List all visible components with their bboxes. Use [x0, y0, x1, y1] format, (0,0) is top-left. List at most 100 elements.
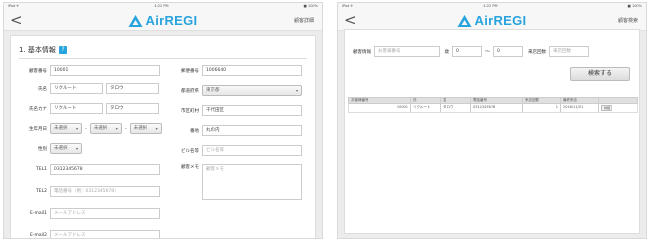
chevron-down-icon: ▾: [75, 146, 78, 151]
kana-row: 氏名カナ リクルート タロウ: [17, 103, 159, 114]
date-separator: -: [85, 125, 87, 132]
customer-search-label: 顧客情報: [353, 49, 371, 55]
section-title: 1. 基本情報 ?: [19, 45, 67, 55]
first-name-input[interactable]: タロウ: [106, 83, 159, 94]
clock-text: 4:22 PM: [154, 4, 169, 8]
city-label: 市区町村: [181, 108, 199, 114]
col-header-first-name: 名: [441, 98, 471, 103]
last-kana-input[interactable]: リクルート: [50, 103, 103, 114]
first-kana-input[interactable]: タロウ: [106, 103, 159, 114]
col-header-customer-no: お客様番号: [349, 98, 411, 103]
cell-tel: 0312345678: [471, 104, 523, 112]
basic-info-card: 1. 基本情報 ? 顧客番号 10001 氏名 リクルート タロウ 氏名カナ リ…: [10, 35, 316, 238]
gender-value: 未選択: [54, 146, 68, 151]
birth-day-select[interactable]: 未選択 ▾: [129, 123, 162, 134]
birthday-row: 生年月日 未選択 ▾ - 未選択 ▾ - 未選択 ▾: [17, 123, 162, 134]
building-row: ビル名等 ビル名等: [169, 145, 302, 156]
building-input[interactable]: ビル名等: [202, 145, 302, 156]
col-header-action: [599, 98, 637, 103]
table-header: お客様番号 氏 名 電話番号 来店回数 最終来店: [348, 97, 638, 104]
tel1-input[interactable]: 0312345678: [50, 164, 160, 175]
prefecture-row: 都道府県 東京都 ▾: [169, 85, 302, 96]
age-from-input[interactable]: 0: [452, 46, 482, 57]
chevron-down-icon: ▾: [295, 88, 298, 93]
postal-label: 郵便番号: [181, 68, 199, 74]
logo-text: AirREGI: [145, 13, 198, 28]
battery-text: ■ 100%: [303, 4, 318, 8]
postal-row: 郵便番号 1006640: [169, 65, 302, 76]
email1-label: E-mail1: [30, 211, 47, 216]
age-range-separator: 〜: [485, 49, 491, 55]
customer-no-row: 顧客番号 10001: [17, 65, 160, 76]
nav-bar: < AirREGI 顧客検索: [338, 9, 646, 31]
building-label: ビル名等: [181, 148, 199, 154]
col-header-visits: 来店回数: [523, 98, 561, 103]
section-title-text: 1. 基本情報: [19, 46, 56, 54]
city-input[interactable]: 千代田区: [202, 105, 302, 116]
postal-input[interactable]: 1006640: [202, 65, 302, 76]
prefecture-value: 東京都: [206, 88, 220, 93]
email2-input[interactable]: メールアドレス: [50, 230, 160, 238]
tel2-label: TEL2: [36, 189, 47, 194]
email2-row: E-mail2 メールアドレス: [17, 230, 160, 238]
table-row[interactable]: 10001 リクルート タロウ 0312345678 1 2016/11/01 …: [348, 104, 638, 113]
gender-select[interactable]: 未選択 ▾: [50, 143, 82, 154]
logo-text: AirREGI: [474, 13, 527, 28]
col-header-last-name: 氏: [411, 98, 441, 103]
customer-detail-title: 顧客詳細: [293, 18, 314, 24]
email2-label: E-mail2: [30, 233, 47, 238]
col-header-last-visit: 最終来店: [561, 98, 599, 103]
clock-text: 4:22 PM: [483, 4, 498, 8]
chevron-down-icon: ▾: [115, 126, 118, 131]
birth-day-value: 未選択: [133, 126, 148, 131]
name-label: 氏名: [38, 86, 47, 92]
visit-count-input[interactable]: 来店回数: [549, 46, 590, 57]
results-table: お客様番号 氏 名 電話番号 来店回数 最終来店 10001 リクルート タロウ…: [348, 97, 638, 113]
search-button[interactable]: 検索する: [570, 67, 630, 81]
cell-last-visit: 2016/11/01: [561, 104, 599, 112]
prefecture-select[interactable]: 東京都 ▾: [202, 85, 302, 96]
tel2-row: TEL2 電話番号（例：0312345678）: [17, 186, 160, 197]
memo-textarea[interactable]: 顧客メモ: [202, 164, 302, 200]
email1-row: E-mail1 メールアドレス: [17, 208, 160, 219]
cell-customer-no: 10001: [349, 104, 411, 112]
airregi-logo: AirREGI: [457, 13, 527, 28]
birthday-label: 生年月日: [29, 126, 47, 132]
address-input[interactable]: 丸の内: [202, 125, 302, 136]
birth-year-select[interactable]: 未選択 ▾: [50, 123, 82, 134]
visit-count-label: 来店回数: [528, 49, 547, 55]
birth-month-select[interactable]: 未選択 ▾: [89, 123, 122, 134]
detail-button[interactable]: 詳細: [601, 105, 613, 111]
airregi-logo: AirREGI: [128, 13, 198, 28]
cell-last-name: リクルート: [411, 104, 441, 112]
age-to-input[interactable]: 0: [493, 46, 524, 57]
logo-mark-icon: [457, 14, 472, 27]
birth-month-value: 未選択: [93, 126, 108, 131]
prefecture-label: 都道府県: [181, 88, 199, 94]
carrier-text: iPad ✈: [342, 4, 354, 8]
ipad-screen-customer-detail: iPad ✈ 4:22 PM ■ 100% < AirREGI 顧客詳細 1. …: [3, 2, 323, 239]
address-row: 番地 丸の内: [169, 125, 302, 136]
ipad-screen-customer-search: iPad ✈ 4:22 PM ■ 100% < AirREGI 顧客検索 顧客情…: [337, 2, 647, 239]
back-icon[interactable]: <: [344, 11, 357, 29]
help-icon[interactable]: ?: [58, 46, 67, 54]
age-label: 歳: [444, 49, 450, 55]
chevron-down-icon: ▾: [155, 126, 158, 131]
tel2-input[interactable]: 電話番号（例：0312345678）: [50, 186, 160, 197]
customer-no-label: 顧客番号: [29, 68, 47, 74]
customer-no-input[interactable]: 10001: [50, 65, 160, 76]
email1-input[interactable]: メールアドレス: [50, 208, 160, 219]
gender-label: 性別: [38, 146, 47, 152]
customer-search-input[interactable]: お客様番号: [374, 46, 440, 57]
memo-row: 顧客メモ 顧客メモ: [169, 164, 302, 200]
birth-year-value: 未選択: [54, 126, 68, 131]
gender-row: 性別 未選択 ▾: [17, 143, 82, 154]
back-icon[interactable]: <: [10, 11, 23, 29]
battery-text: ■ 100%: [627, 4, 642, 8]
nav-bar: < AirREGI 顧客詳細: [4, 9, 322, 31]
cell-action: 詳細: [599, 104, 637, 112]
last-name-input[interactable]: リクルート: [50, 83, 103, 94]
city-row: 市区町村 千代田区: [169, 105, 302, 116]
name-row: 氏名 リクルート タロウ: [17, 83, 159, 94]
divider: [19, 58, 307, 59]
